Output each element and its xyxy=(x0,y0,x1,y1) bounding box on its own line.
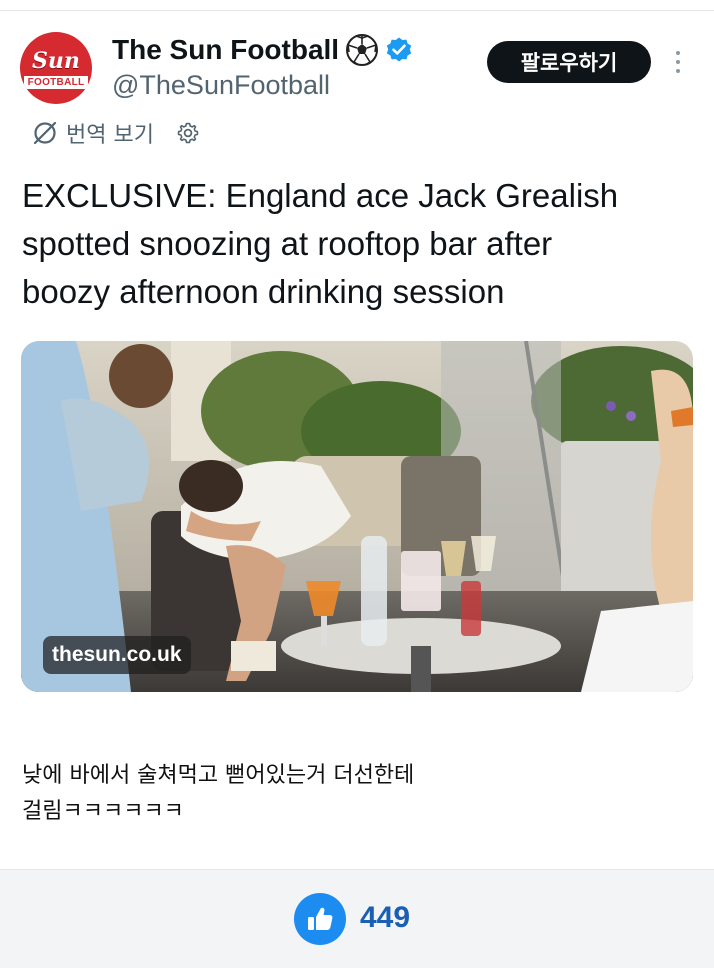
display-name[interactable]: The Sun Football xyxy=(112,34,339,66)
top-divider xyxy=(0,10,714,11)
translate-slash-icon xyxy=(33,121,57,145)
source-link-badge[interactable]: thesun.co.uk xyxy=(43,636,191,674)
like-count: 449 xyxy=(360,901,411,934)
tweet-line: spotted snoozing at rooftop bar after xyxy=(22,225,553,262)
avatar-logo-sun: Sun xyxy=(32,47,80,74)
like-button[interactable] xyxy=(294,893,346,945)
reaction-bar xyxy=(0,870,714,968)
verified-badge-icon xyxy=(386,37,412,62)
tweet-text: EXCLUSIVE: England ace Jack Grealish spo… xyxy=(22,172,702,316)
comment-line: 걸림ㅋㅋㅋㅋㅋㅋ xyxy=(22,799,184,824)
translate-row: 번역 보기 xyxy=(32,118,200,148)
account-handle[interactable]: @TheSunFootball xyxy=(112,70,330,101)
gear-icon[interactable] xyxy=(176,121,200,145)
comment-text: 낮에 바에서 술쳐먹고 뻗어있는거 더선한테 걸림ㅋㅋㅋㅋㅋㅋ xyxy=(22,758,702,830)
name-row: The Sun Football xyxy=(112,30,413,70)
more-vertical-icon[interactable] xyxy=(666,46,690,78)
avatar[interactable]: Sun FOOTBALL xyxy=(20,32,92,104)
comment-line: 낮에 바에서 술쳐먹고 뻗어있는거 더선한테 xyxy=(22,763,415,788)
tweet-line: boozy afternoon drinking session xyxy=(22,273,505,310)
soccer-ball-icon xyxy=(346,34,379,66)
avatar-logo-football: FOOTBALL xyxy=(23,75,89,89)
follow-button[interactable]: 팔로우하기 xyxy=(487,41,651,83)
thumbs-up-icon xyxy=(308,907,333,930)
post-page: Sun FOOTBALL The Sun Football @TheSunFoo… xyxy=(0,0,714,968)
translate-link[interactable]: 번역 보기 xyxy=(66,117,154,149)
tweet-line: EXCLUSIVE: England ace Jack Grealish xyxy=(22,177,619,214)
